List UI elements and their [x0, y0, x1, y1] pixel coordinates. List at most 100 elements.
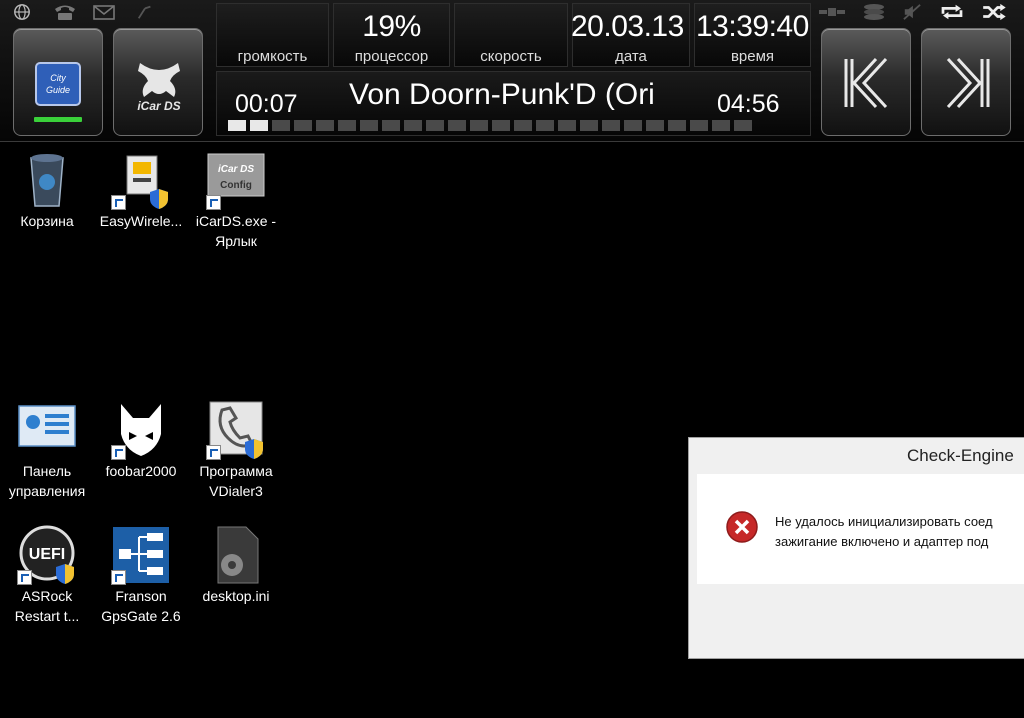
shortcut-arrow-icon: [111, 445, 126, 460]
uac-shield-icon: [245, 439, 263, 459]
svg-text:City: City: [50, 73, 66, 83]
previous-track-button[interactable]: [821, 28, 911, 136]
control-panel-icon: [18, 405, 76, 447]
rewind-icon: [844, 57, 888, 109]
time-cell: 13:39:40 время: [694, 3, 811, 67]
progress-segment: [536, 120, 554, 131]
progress-segment: [448, 120, 466, 131]
media-player-panel[interactable]: 00:07 Von Doorn-Punk'D (Ori 04:56: [216, 71, 811, 136]
phone-icon[interactable]: [53, 3, 77, 21]
progress-segment: [602, 120, 620, 131]
progress-segment: [668, 120, 686, 131]
next-track-button[interactable]: [921, 28, 1011, 136]
desktop-icon-desktop-ini[interactable]: desktop.ini: [189, 525, 283, 606]
dialog-body: Не удалось инициализировать соед зажиган…: [697, 474, 1024, 584]
desktop-icon-asrock-restart[interactable]: UEFI ASRock Restart t...: [0, 525, 94, 626]
progress-segment: [734, 120, 752, 131]
progress-segment: [492, 120, 510, 131]
progress-bar[interactable]: [228, 120, 752, 131]
icon-label: Панель управления: [8, 463, 86, 499]
repeat-icon[interactable]: [938, 3, 966, 21]
shortcut-arrow-icon: [206, 445, 221, 460]
time-value: 13:39:40: [696, 10, 809, 43]
recycle-bin-icon: [30, 154, 64, 207]
progress-segment: [690, 120, 708, 131]
progress-segment: [316, 120, 334, 131]
progress-segment: [228, 120, 246, 131]
progress-segment: [250, 120, 268, 131]
carpc-topbar: City Guide iCar DS громкость 19% процесс…: [0, 0, 1024, 142]
icon-label: Программа VDialer3: [199, 463, 273, 499]
dialog-message: Не удалось инициализировать соед зажиган…: [775, 512, 1024, 556]
dialog-message-line2: зажигание включено и адаптер под: [775, 534, 989, 549]
svg-text:UEFI: UEFI: [29, 546, 65, 563]
icon-label: desktop.ini: [202, 588, 270, 604]
icon-label: Franson GpsGate 2.6: [101, 588, 181, 624]
forward-icon: [946, 57, 990, 109]
volume-label: громкость: [237, 48, 308, 65]
city-guide-button[interactable]: City Guide: [13, 28, 103, 136]
progress-segment: [646, 120, 664, 131]
desktop-icon-icards-shortcut[interactable]: iCar DS Config iCarDS.exe - Ярлык: [189, 150, 283, 251]
progress-segment: [338, 120, 356, 131]
active-indicator: [34, 117, 82, 122]
error-icon: [726, 511, 758, 543]
gps-icon[interactable]: [818, 3, 846, 21]
desktop-icon-franson-gpsgate[interactable]: Franson GpsGate 2.6: [94, 525, 188, 626]
progress-segment: [426, 120, 444, 131]
progress-segment: [712, 120, 730, 131]
svg-text:iCar DS: iCar DS: [218, 164, 254, 175]
wireless-icon[interactable]: [135, 3, 155, 21]
date-cell: 20.03.13 дата: [571, 3, 690, 67]
speed-label: скорость: [480, 48, 542, 65]
progress-segment: [404, 120, 422, 131]
speed-cell: скорость: [454, 3, 568, 67]
shortcut-arrow-icon: [111, 195, 126, 210]
total-time: 04:56: [717, 90, 780, 118]
globe-icon[interactable]: [12, 3, 32, 21]
icar-ds-button[interactable]: iCar DS: [113, 28, 203, 136]
disk-icon[interactable]: [862, 3, 886, 21]
icar-ds-logo-icon: iCar DS: [137, 63, 181, 113]
elapsed-time: 00:07: [235, 90, 298, 118]
shortcut-arrow-icon: [111, 570, 126, 585]
track-title: Von Doorn-Punk'D (Ori: [349, 78, 655, 111]
icon-label: iCarDS.exe - Ярлык: [195, 213, 277, 249]
progress-segment: [558, 120, 576, 131]
uac-shield-icon: [56, 564, 74, 584]
date-label: дата: [615, 48, 647, 65]
icon-label: Корзина: [20, 213, 74, 229]
cpu-label: процессор: [354, 48, 429, 65]
svg-text:Config: Config: [220, 180, 252, 191]
icon-label: ASRock Restart t...: [14, 588, 80, 624]
mute-icon[interactable]: [900, 3, 924, 21]
desktop-icon-vdialer3[interactable]: Программа VDialer3: [189, 400, 283, 501]
progress-segment: [294, 120, 312, 131]
volume-cell[interactable]: громкость: [216, 3, 329, 67]
mail-icon[interactable]: [93, 3, 115, 21]
progress-segment: [514, 120, 532, 131]
time-label: время: [730, 48, 775, 65]
city-guide-logo-icon: City Guide: [35, 62, 81, 106]
progress-segment: [470, 120, 488, 131]
desktop-icon-easywireless[interactable]: EasyWirele...: [94, 150, 188, 231]
date-value: 20.03.13: [571, 10, 684, 43]
shortcut-arrow-icon: [206, 195, 221, 210]
cpu-value: 19%: [362, 10, 421, 43]
progress-segment: [624, 120, 642, 131]
shuffle-icon[interactable]: [980, 3, 1008, 21]
shortcut-arrow-icon: [17, 570, 32, 585]
svg-text:Guide: Guide: [46, 85, 70, 95]
check-engine-dialog[interactable]: Check-Engine Не удалось инициализировать…: [688, 437, 1024, 659]
progress-segment: [382, 120, 400, 131]
desktop-icon-recycle-bin[interactable]: Корзина: [0, 150, 94, 231]
icon-label: foobar2000: [105, 463, 177, 479]
uac-shield-icon: [150, 189, 168, 209]
dialog-title: Check-Engine: [907, 446, 1014, 465]
cpu-cell: 19% процессор: [333, 3, 450, 67]
desktop-icon-control-panel[interactable]: Панель управления: [0, 400, 94, 501]
desktop-icon-foobar2000[interactable]: foobar2000: [94, 400, 188, 481]
progress-segment: [360, 120, 378, 131]
svg-text:iCar DS: iCar DS: [137, 99, 180, 113]
dialog-message-line1: Не удалось инициализировать соед: [775, 514, 993, 529]
